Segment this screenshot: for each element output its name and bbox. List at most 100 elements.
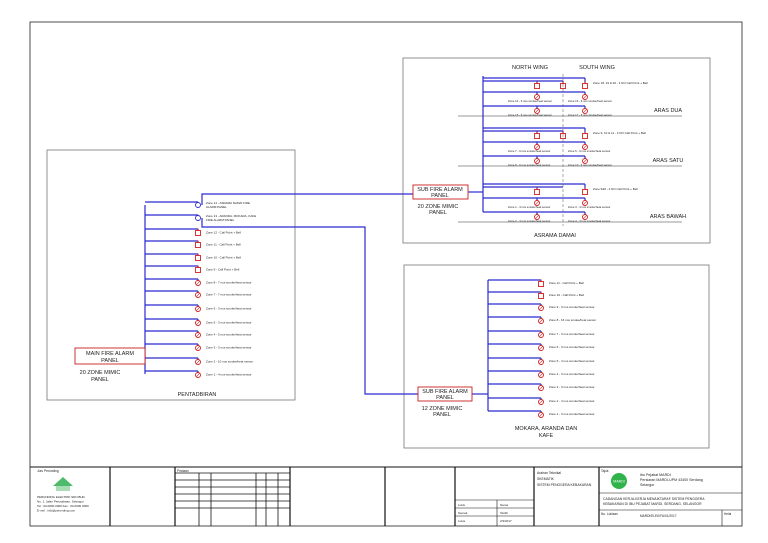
zone-label: FIRE ALARM PANEL — [206, 218, 235, 222]
main-mimic-label-2: PANEL — [91, 377, 109, 383]
client-info-line: Ibu Pejabat MARDI — [640, 473, 671, 477]
call-point-bell-icon — [195, 267, 201, 273]
sign-row-value: 2/3/2017 — [500, 519, 512, 523]
sign-row-label: Semak — [458, 511, 468, 515]
zone-label: Zone 8 - 16 nos smoke/heat sensor — [549, 318, 596, 322]
south-wing-label: SOUTH WING — [579, 65, 615, 71]
zone-label: Zone 1 - 3 nos smoke/heat sensor — [549, 412, 595, 416]
zone-label: Zone 10 - 6 nos smoke/heat sensor — [568, 163, 612, 167]
zone-label: Zone 5 - 4 nos smoke/heat sensor — [549, 359, 595, 363]
consultant-info-line: PERUNDING ELEKTRIK SDN BHD — [37, 495, 86, 499]
mokara-panel-label-2: PANEL — [436, 395, 454, 401]
asrama-damai-schematic: Zone 18, 19 & 20 - 3 NO Call Point + Bel… — [458, 76, 686, 223]
consultant-info-line: Tel : 03-0000 0000 Fax : 03-0000 0000 — [37, 504, 89, 508]
zone-label: Zone 4 - 5 nos smoke/heat sensor — [206, 333, 252, 337]
pentadbiran-title: PENTADBIRAN — [178, 392, 217, 398]
zone-label: Zone 9 - Call Point + Bell — [206, 268, 240, 272]
zone-label: Zone 4 - 3 nos smoke/heat sensor — [568, 219, 611, 223]
zone-label: Zone 6 - 3 nos smoke/heat sensor — [549, 345, 595, 349]
zone-label: Zone 2 - 10 nos smoke/heat sensor — [206, 360, 253, 364]
mokara-title-1: MOKARA, ARANDA DAN — [515, 426, 577, 432]
asrama-panel-label-2: PANEL — [431, 193, 449, 199]
floor-name-label: ARAS DUA — [654, 108, 682, 114]
client-label: Tajuk — [601, 469, 609, 473]
zone-label: Zone 7 - 6 nos smoke/heat sensor — [508, 149, 551, 153]
call-point-bell-icon — [582, 189, 588, 195]
drawing-no: MARDI/ELEK/FA/01/2017 — [640, 514, 677, 518]
zone-label: Zone 12 - Call Point + Bell — [206, 231, 241, 235]
zone-label: Zone 3 - 3 nos smoke/heat sensor — [206, 346, 252, 350]
drawing-border — [29, 21, 743, 527]
zone-label: Zone 8 - 7 nos smoke/heat sensor — [206, 281, 252, 285]
zone-label: ALARM PANEL — [206, 205, 227, 209]
revision-label: Pindaan — [177, 469, 189, 473]
sheet-label: Helai — [724, 512, 732, 516]
zone-label: Zone 18, 19 & 20 - 3 NO Call Point + Bel… — [593, 81, 648, 85]
zone-label: Zone 1 - 3 nos smoke/heat sensor — [508, 205, 551, 209]
call-point-bell-icon — [534, 189, 540, 195]
project-title-line: CADANGAN KERJA-KERJA MENAIKTARAF SISTEM … — [603, 497, 705, 501]
sign-row-label: Lulus — [458, 519, 466, 523]
client-info-line: Selangor — [640, 483, 655, 487]
call-point-bell-icon — [534, 133, 540, 139]
zone-label: Zone 4 - 3 nos smoke/heat sensor — [549, 372, 595, 376]
zone-label: Zone 8 - 6 nos smoke/heat sensor — [508, 163, 551, 167]
zone-label: Zone 5&6 - 2 NO Call Point + Bell — [593, 187, 638, 191]
call-point-bell-icon — [534, 83, 540, 89]
zone-label: Zone 3 - 3 nos smoke/heat sensor — [549, 385, 595, 389]
zone-label: Zone 5 - 3 nos smoke/heat sensor — [206, 321, 252, 325]
mokara-title-2: KAFE — [539, 433, 554, 439]
consultant-info-line: No. 1, Jalan Perusahaan, Selangor — [37, 500, 84, 504]
call-point-bell-icon — [195, 255, 201, 261]
zone-label: Zone 5 - 6 nos smoke/heat sensor — [568, 149, 611, 153]
zone-label: Zone 10 - Call Point + Bell — [206, 256, 241, 260]
sign-row-value: Nama — [500, 503, 508, 507]
zone-label: Zone 7 - 3 nos smoke/heat sensor — [549, 332, 595, 336]
zone-label: Zone 10 - Call Point + Bell — [549, 293, 584, 297]
consultant-logo-base — [56, 486, 70, 491]
call-point-bell-icon — [538, 281, 544, 287]
main-panel-label-2: PANEL — [101, 358, 119, 364]
main-mimic-label-1: 20 ZONE MIMIC — [80, 370, 121, 376]
sign-row-value: Tarikh — [500, 511, 508, 515]
zone-label: Zone 2 - 3 nos smoke/heat sensor — [508, 219, 551, 223]
title-block: Juru Perunding PERUNDING ELEKTRIK SDN BH… — [30, 466, 742, 526]
revision-table — [175, 472, 290, 526]
floor-name-label: ARAS BAWAH — [650, 214, 686, 220]
call-point-bell-icon — [195, 230, 201, 236]
zone-label: Zone 3 - 3 nos smoke/heat sensor — [568, 205, 611, 209]
sign-row-label: Lukis — [458, 503, 466, 507]
call-point-bell-icon — [195, 242, 201, 248]
technical-info-line: SKEMATIK — [537, 477, 555, 481]
technical-info-line: SISTEM PENGGERA KEBAKARAN — [537, 483, 592, 487]
mokara-schematic: Zone 11 - Call Point + Bell Zone 10 - Cal… — [472, 279, 596, 418]
zone-label: Zone 15 - 6 nos smoke/heat sensor — [508, 113, 552, 117]
fire-alarm-schematic-drawing: Zone 14 - ASRAMA DAMAI FIREALARM PANELZo… — [29, 21, 743, 527]
mardi-logo-text: MARDI — [613, 480, 625, 484]
zone-label: Zone 2 - 4 nos smoke/heat sensor — [549, 399, 595, 403]
asrama-title: ASRAMA DAMAI — [534, 233, 576, 239]
consultant-logo-icon — [53, 477, 73, 486]
zone-label: Zone 6 - 3 nos smoke/heat sensor — [206, 307, 252, 311]
zone-label: Zone 11 - Call Point + Bell — [206, 243, 241, 247]
main-panel-label-1: MAIN FIRE ALARM — [86, 351, 134, 357]
consultant-label: Juru Perunding — [37, 469, 59, 473]
technical-info-line: Arahan Teknikal — [537, 471, 561, 475]
call-point-bell-icon — [582, 83, 588, 89]
zone-label: Zone 7 - 7 nos smoke/heat sensor — [206, 293, 252, 297]
zone-label: Zone 14 - 6 nos smoke/heat sensor — [508, 99, 552, 103]
floor-name-label: ARAS SATU — [653, 158, 684, 164]
call-point-bell-icon — [538, 293, 544, 299]
zone-label: Zone 9, 10 & 11 - 3 NO Call Point + Bell — [593, 131, 646, 135]
panel-link-icon — [195, 202, 201, 208]
mokara-mimic-label-2: PANEL — [433, 412, 451, 418]
zone-label: Zone 11 - Call Point + Bell — [549, 281, 584, 285]
drawing-no-label: No. Lukisan — [601, 512, 618, 516]
client-info-line: Persiaran MARDI-UPM 43400 Serdang — [640, 478, 703, 482]
zone-label: Zone 16 - 6 nos smoke/heat sensor — [568, 99, 612, 103]
zone-label: Zone 17 - 6 nos smoke/heat sensor — [568, 113, 612, 117]
project-title-line: KEBAKARAN DI IBU PEJABAT MARDI, SERDANG,… — [603, 502, 702, 506]
call-point-bell-icon — [582, 133, 588, 139]
zone-label: Zone 9 - 3 nos smoke/heat sensor — [549, 305, 595, 309]
consultant-info-line: E-mel : info@perunding.com — [37, 509, 76, 513]
